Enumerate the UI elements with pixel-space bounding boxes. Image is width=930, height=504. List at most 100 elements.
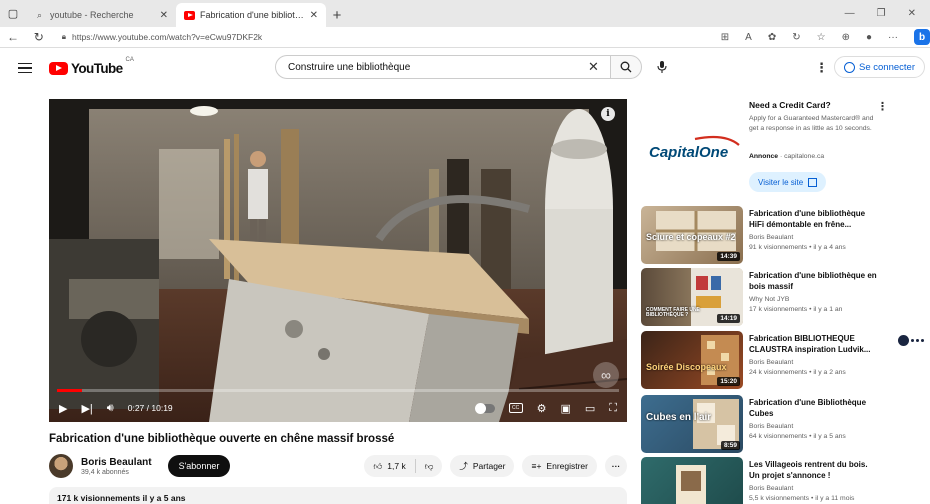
signin-button[interactable]: Se connecter xyxy=(834,56,925,78)
video-thumbnail[interactable]: Soirée Discopeaux 15:20 xyxy=(641,331,743,389)
search-icon: ⌕ xyxy=(36,9,43,20)
tab-actions-icon[interactable]: ▢ xyxy=(0,0,26,27)
window-controls: — ❐ ✕ xyxy=(845,0,930,27)
channel-row: Boris Beaulant 39,4 k abonnés S'abonner … xyxy=(49,452,627,480)
channel-info: Boris Beaulant 39,4 k abonnés xyxy=(81,457,152,476)
channel-name[interactable]: Boris Beaulant xyxy=(81,457,152,468)
external-link-icon xyxy=(808,177,818,187)
visit-site-button[interactable]: Visiter le site xyxy=(749,172,827,192)
theater-mode-icon[interactable]: ▭ xyxy=(585,402,595,415)
app-grid-icon[interactable]: ⊞ xyxy=(721,32,729,43)
ad-menu-icon[interactable]: ⋮ xyxy=(877,100,888,113)
ad-title: Need a Credit Card? xyxy=(749,100,831,110)
url-text: https://www.youtube.com/watch?v=eCwu97DK… xyxy=(72,32,263,42)
ad-description: Apply for a Guaranteed Mastercard® and g… xyxy=(749,115,874,132)
close-icon[interactable]: ✕ xyxy=(310,10,318,21)
related-video-channel: Boris Beaulant xyxy=(749,359,794,366)
search-button[interactable] xyxy=(610,55,642,79)
microphone-icon xyxy=(657,61,667,73)
view-count-date: 171 k visionnements il y a 5 ans xyxy=(57,493,186,503)
search-input[interactable] xyxy=(275,55,610,79)
save-button[interactable]: ≡+ Enregistrer xyxy=(522,455,597,477)
video-thumbnail[interactable]: COMMENT FAIRE UNE BIBLIOTHÈQUE ? 14:19 xyxy=(641,268,743,326)
clear-icon[interactable]: ✕ xyxy=(588,59,599,75)
url-field[interactable]: 🔒︎ https://www.youtube.com/watch?v=eCwu9… xyxy=(56,29,703,46)
back-icon[interactable]: ← xyxy=(0,30,26,44)
menu-icon[interactable] xyxy=(18,62,32,74)
video-player[interactable]: i ∞ ▶ ▶| 🔊︎ 0:27 / 10:19 CC ⚙ ▣ ▭ ⛶ xyxy=(49,99,627,422)
youtube-logo[interactable]: YouTube CA xyxy=(49,57,134,76)
play-icon[interactable]: ▶ xyxy=(59,402,67,415)
more-actions-icon[interactable]: ··· xyxy=(605,455,627,477)
logo-text: YouTube xyxy=(71,60,123,76)
close-window-icon[interactable]: ✕ xyxy=(908,8,916,19)
youtube-play-icon xyxy=(49,61,68,75)
video-duration: 8:59 xyxy=(720,441,740,450)
subtitles-icon[interactable]: CC xyxy=(508,403,523,413)
browser-toolbar: ⊞ A ✿ ↻ ☆ ⊕ ● ··· b xyxy=(721,29,930,45)
thumbnail-overlay-text: Soirée Discopeaux xyxy=(646,362,727,372)
video-thumbnail[interactable]: Cubes en l'air 8:59 xyxy=(641,395,743,453)
bing-icon[interactable]: b xyxy=(914,29,930,45)
thumbnail-overlay-text: COMMENT FAIRE UNE BIBLIOTHÈQUE ? xyxy=(646,307,700,318)
svg-text:CapitalOne: CapitalOne xyxy=(649,144,728,161)
related-video-title: Fabrication d'une bibliothèque en bois m… xyxy=(749,271,877,291)
description-box[interactable]: 171 k visionnements il y a 5 ans xyxy=(49,487,627,504)
read-aloud-icon[interactable]: A xyxy=(745,32,752,43)
settings-gear-icon[interactable]: ⚙ xyxy=(537,402,547,415)
channel-watermark-icon[interactable]: ∞ xyxy=(593,362,619,388)
tab-title: youtube - Recherche xyxy=(50,10,134,20)
profile-icon[interactable]: ● xyxy=(866,32,872,43)
related-video-title: Les Villageois rentrent du bois. Un proj… xyxy=(749,460,868,480)
video-frame xyxy=(49,99,627,422)
maximize-icon[interactable]: ❐ xyxy=(877,8,886,19)
related-video-title: Fabrication BIBLIOTHEQUE CLAUSTRA inspir… xyxy=(749,334,871,354)
video-actions: 👍︎ 1,7 k 👎︎ ⤴ Partager ≡+ Enregistrer ··… xyxy=(364,455,627,477)
channel-avatar[interactable] xyxy=(49,454,73,478)
browser-tab-video[interactable]: Fabrication d'une bibliothèque o ✕ xyxy=(176,3,326,27)
video-duration: 14:19 xyxy=(717,314,740,323)
capital-one-logo: CapitalOne xyxy=(649,135,740,161)
tab-title: Fabrication d'une bibliothèque o xyxy=(200,10,305,20)
refresh-alt-icon[interactable]: ↻ xyxy=(792,32,800,43)
collections-icon[interactable]: ⊕ xyxy=(842,32,850,43)
browser-tab-search[interactable]: ⌕ youtube - Recherche ✕ xyxy=(26,3,176,27)
thumbnail-art xyxy=(676,465,706,504)
microphone-button[interactable] xyxy=(650,55,674,79)
dislike-button[interactable]: 👎︎ xyxy=(414,459,443,473)
video-thumbnail[interactable] xyxy=(641,457,743,504)
progress-bar[interactable] xyxy=(57,389,619,392)
related-video-item[interactable]: Cubes en l'air 8:59 Fabrication d'une Bi… xyxy=(641,395,891,455)
new-tab-button[interactable]: + xyxy=(326,3,348,27)
minimize-icon[interactable]: — xyxy=(845,8,855,19)
video-thumbnail[interactable]: Sciure et copeaux #2 14:39 xyxy=(641,206,743,264)
search-icon xyxy=(620,61,632,73)
share-button[interactable]: ⤴ Partager xyxy=(450,455,515,477)
related-video-item[interactable]: Sciure et copeaux #2 14:39 Fabrication d… xyxy=(641,206,891,266)
like-button[interactable]: 👍︎ 1,7 k 👎︎ xyxy=(364,455,443,477)
video-title: Fabrication d'une bibliothèque ouverte e… xyxy=(49,433,395,445)
refresh-icon[interactable]: ↻ xyxy=(26,30,52,44)
save-label: Enregistrer xyxy=(546,461,588,471)
next-icon[interactable]: ▶| xyxy=(81,402,92,415)
extensions-icon[interactable]: ✿ xyxy=(768,32,776,43)
miniplayer-icon[interactable]: ▣ xyxy=(560,402,570,415)
video-duration: 15:20 xyxy=(717,377,740,386)
related-video-item[interactable]: Soirée Discopeaux 15:20 Fabrication BIBL… xyxy=(641,331,891,391)
thumbnail-overlay-text: Sciure et copeaux #2 xyxy=(646,232,736,242)
subscribe-button[interactable]: S'abonner xyxy=(167,455,231,477)
info-icon[interactable]: i xyxy=(601,107,615,121)
favorites-icon[interactable]: ☆ xyxy=(817,32,826,43)
related-video-item[interactable]: COMMENT FAIRE UNE BIBLIOTHÈQUE ? 14:19 F… xyxy=(641,268,891,328)
volume-icon[interactable]: 🔊︎ xyxy=(107,402,114,415)
related-video-item[interactable]: Les Villageois rentrent du bois. Un proj… xyxy=(641,457,891,504)
settings-more-icon[interactable]: ⋮ xyxy=(815,60,828,76)
more-icon[interactable]: ··· xyxy=(888,32,898,43)
thumbs-up-icon: 👍︎ xyxy=(373,460,383,471)
related-video-title: Fabrication d'une Bibliothèque Cubes xyxy=(749,398,867,418)
autoplay-toggle[interactable] xyxy=(474,402,495,414)
browser-address-bar: ← ↻ 🔒︎ https://www.youtube.com/watch?v=e… xyxy=(0,27,930,48)
close-icon[interactable]: ✕ xyxy=(160,10,168,21)
fullscreen-icon[interactable]: ⛶ xyxy=(609,402,617,415)
sponsored-ad[interactable]: CapitalOne Need a Credit Card? Apply for… xyxy=(641,97,888,197)
